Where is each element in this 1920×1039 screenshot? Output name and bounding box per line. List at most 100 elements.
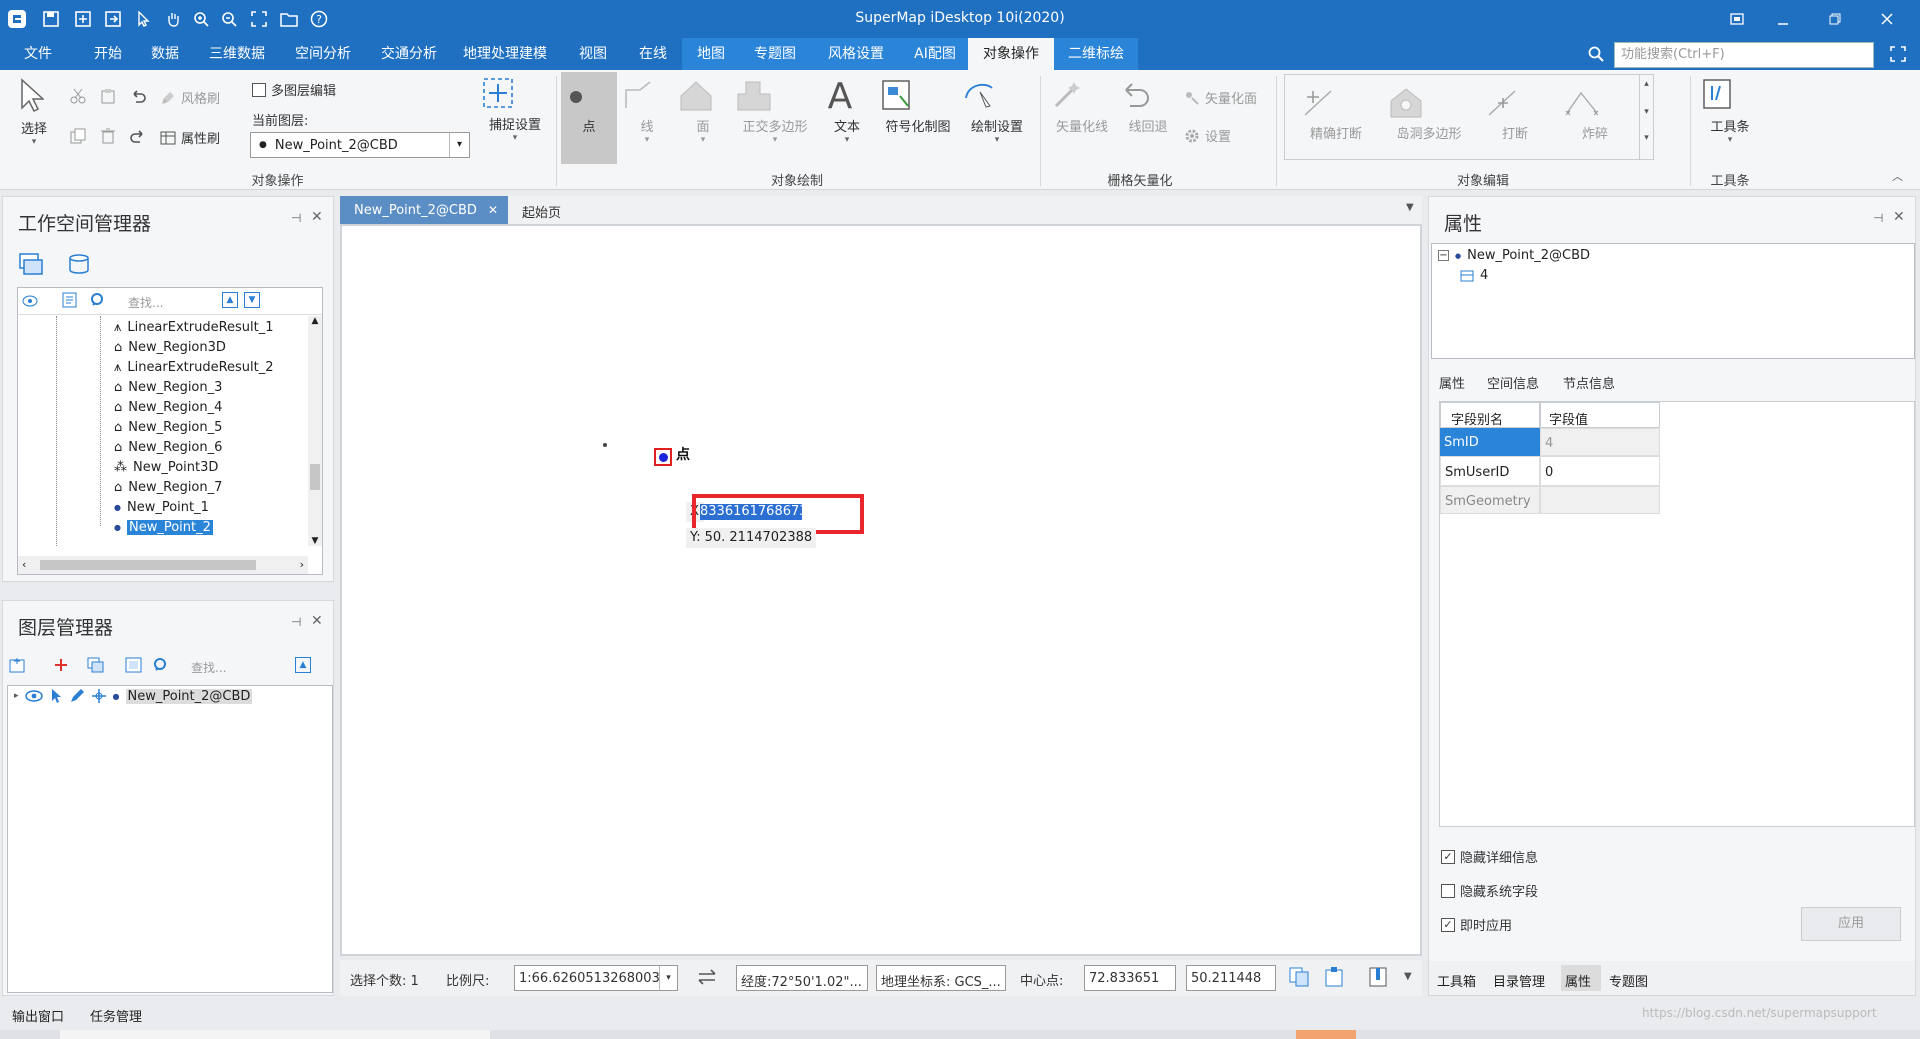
tab-online[interactable]: 在线 — [628, 38, 678, 70]
move-down-icon[interactable]: ▼ — [244, 292, 260, 308]
tab-thematic-map[interactable]: 专题图 — [1609, 971, 1648, 990]
selected-point-feature[interactable] — [654, 448, 672, 466]
precise-break-button[interactable]: 精确打断 — [1301, 87, 1371, 142]
multi-layer-edit-checkbox[interactable]: 多图层编辑 — [252, 80, 336, 99]
swap-icon[interactable] — [696, 966, 718, 988]
current-layer-select[interactable]: ● New_Point_2@CBD ▾ — [250, 132, 470, 158]
visible-eye-icon[interactable] — [24, 690, 43, 702]
bookmark-icon[interactable] — [1368, 966, 1388, 988]
tab-3d-data[interactable]: 三维数据 — [202, 38, 272, 70]
paste-icon[interactable] — [100, 88, 116, 104]
list-item[interactable]: ⌂ New_Region_4 — [114, 400, 222, 415]
y-coordinate-input[interactable]: Y: 50. 2114702388 — [686, 528, 817, 548]
list-item[interactable]: ⌂ New_Region_5 — [114, 420, 222, 435]
tab-view[interactable]: 视图 — [568, 38, 618, 70]
toolbar-button[interactable]: 工具条 ▾ — [1700, 76, 1760, 145]
tab-spatial-info[interactable]: 空间信息 — [1487, 373, 1539, 392]
tab-2d-plotting[interactable]: 二维标绘 — [1054, 38, 1138, 70]
uncheck-box[interactable] — [1441, 883, 1455, 898]
pin-icon[interactable]: ⊣ — [291, 211, 301, 225]
gallery-scroll[interactable]: ▴ ▾ ▾ — [1639, 75, 1653, 159]
tab-node-info[interactable]: 节点信息 — [1563, 373, 1615, 392]
col-header-field-value[interactable]: 字段值 — [1540, 402, 1660, 428]
fullscreen-icon[interactable] — [1890, 46, 1906, 62]
copy-coords-icon[interactable] — [1288, 966, 1310, 988]
instant-apply-checkbox[interactable]: ✓ 即时应用 — [1441, 915, 1512, 934]
expand-icon[interactable]: ▸ — [14, 691, 19, 701]
table-row-name[interactable]: SmUserID — [1440, 456, 1540, 486]
layer-row[interactable]: ▸ ● New_Point_2@CBD — [14, 688, 253, 704]
close-panel-icon[interactable]: ✕ — [1893, 209, 1905, 225]
layer-search-input[interactable]: 查找... — [191, 659, 226, 676]
tab-properties[interactable]: 属性 — [1561, 965, 1601, 991]
list-item-selected[interactable]: ● New_Point_2 — [114, 520, 213, 535]
center-y-input[interactable]: 50.211448 — [1186, 965, 1276, 991]
list-item[interactable]: ⌂ New_Region_3 — [114, 380, 222, 395]
break-button[interactable]: 打断 — [1485, 87, 1545, 142]
editable-pencil-icon[interactable] — [69, 688, 85, 704]
chevron-down-icon[interactable]: ▾ — [449, 133, 469, 157]
feature-tree-root[interactable]: − ● New_Point_2@CBD — [1438, 248, 1590, 263]
pin-icon[interactable]: ⊣ — [291, 615, 301, 629]
list-item[interactable]: ⩚ LinearExtrudeResult_2 — [114, 360, 274, 375]
select-button[interactable]: 选择 ▾ — [14, 78, 54, 147]
list-item[interactable]: ⌂ New_Region_7 — [114, 480, 222, 495]
tab-toolbox[interactable]: 工具箱 — [1437, 971, 1476, 990]
map-point-feature[interactable] — [603, 443, 607, 447]
close-panel-icon[interactable]: ✕ — [311, 209, 323, 225]
tab-start-page[interactable]: 起始页 — [522, 202, 561, 221]
tab-start[interactable]: 开始 — [80, 38, 136, 70]
database-icon[interactable] — [67, 253, 91, 275]
page-icon[interactable] — [62, 292, 78, 308]
list-item[interactable]: ● New_Point_1 — [114, 500, 209, 515]
table-row-value[interactable]: 4 — [1540, 428, 1660, 456]
tab-spatial-analysis[interactable]: 空间分析 — [288, 38, 358, 70]
layer-find-icon[interactable] — [153, 657, 175, 673]
hide-system-fields-checkbox[interactable]: 隐藏系统字段 — [1441, 881, 1538, 900]
apply-button[interactable]: 应用 — [1801, 907, 1901, 941]
draw-text-button[interactable]: A 文本 ▾ — [822, 76, 872, 145]
tab-thematic[interactable]: 专题图 — [740, 38, 810, 70]
tab-catalog[interactable]: 目录管理 — [1493, 971, 1545, 990]
tree-vertical-scrollbar[interactable]: ▲ ▼ — [308, 316, 322, 546]
delete-icon[interactable] — [100, 128, 116, 144]
workspace-tree-icon[interactable] — [19, 253, 43, 275]
scale-input[interactable]: 1:66.6260513268003 ▾ — [514, 965, 678, 991]
tab-new-point-2[interactable]: New_Point_2@CBD ✕ — [340, 196, 508, 224]
tab-style[interactable]: 风格设置 — [810, 38, 902, 70]
cut-icon[interactable] — [70, 88, 86, 104]
search-icon[interactable] — [1588, 46, 1604, 62]
map-view[interactable]: 点 X 8336161768673 Y: 50. 2114702388 — [340, 224, 1422, 956]
hide-detail-checkbox[interactable]: ✓ 隐藏详细信息 — [1441, 847, 1538, 866]
feature-tree-child[interactable]: 4 — [1460, 268, 1488, 283]
style-brush-button[interactable]: 风格刷 — [160, 88, 220, 107]
workspace-search-input[interactable]: 查找... — [128, 294, 163, 311]
paste-coords-icon[interactable] — [1324, 966, 1346, 988]
maximize-icon[interactable] — [1818, 6, 1852, 32]
table-row-name[interactable]: SmGeometry — [1440, 486, 1540, 514]
line-back-button[interactable]: 线回退 — [1118, 78, 1178, 135]
add-icon[interactable] — [53, 657, 79, 673]
check-icon[interactable]: ✓ — [1441, 849, 1455, 864]
tab-traffic-analysis[interactable]: 交通分析 — [374, 38, 444, 70]
draw-settings-button[interactable]: 绘制设置 ▾ — [962, 78, 1032, 145]
tab-geoprocessing[interactable]: 地理处理建模 — [458, 38, 552, 70]
close-icon[interactable] — [1870, 6, 1904, 32]
list-item[interactable]: ⁂ New_Point3D — [114, 460, 218, 475]
move-up-icon[interactable]: ▲ — [222, 292, 238, 308]
table-row-name[interactable]: SmID — [1440, 428, 1540, 456]
close-panel-icon[interactable]: ✕ — [311, 613, 323, 629]
check-icon[interactable]: ✓ — [1441, 917, 1455, 932]
snappable-icon[interactable] — [91, 688, 107, 704]
collapse-ribbon-icon[interactable]: ︿ — [1892, 168, 1903, 184]
tab-task-manager[interactable]: 任务管理 — [90, 1006, 142, 1025]
layer-group-icon[interactable] — [87, 657, 113, 673]
redo-icon[interactable] — [130, 128, 146, 144]
tab-file[interactable]: 文件 — [10, 38, 66, 70]
snap-settings-button[interactable]: 捕捉设置 ▾ — [480, 76, 550, 143]
tab-list-dropdown-icon[interactable]: ▼ — [1406, 202, 1414, 213]
tab-object-operation[interactable]: 对象操作 — [968, 38, 1054, 70]
vectorize-line-button[interactable]: 矢量化线 — [1050, 78, 1114, 135]
status-menu-icon[interactable]: ▼ — [1404, 971, 1412, 982]
undo-icon[interactable] — [130, 88, 146, 104]
